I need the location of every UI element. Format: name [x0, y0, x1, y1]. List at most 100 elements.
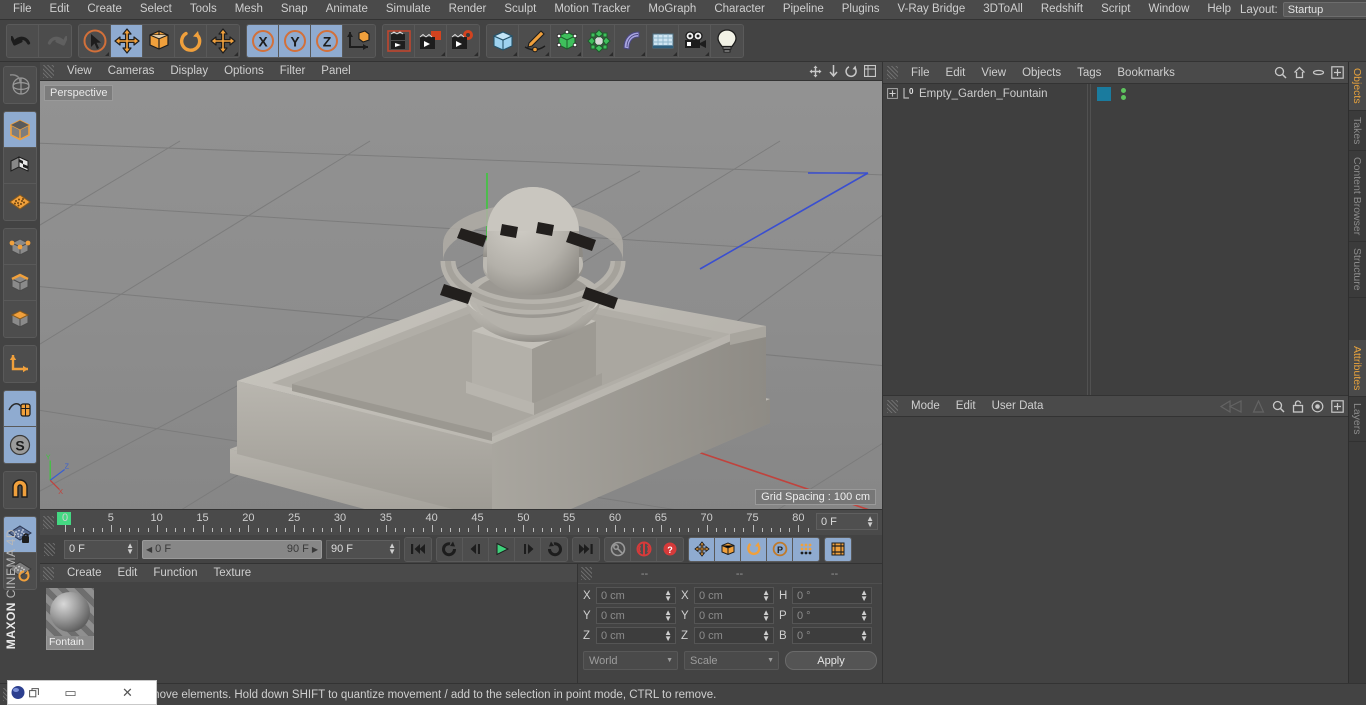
go-to-end-button[interactable] — [573, 537, 599, 561]
spinner-icon[interactable]: ▲ ▼ — [126, 542, 134, 556]
tab-content-browser[interactable]: Content Browser — [1349, 151, 1366, 243]
menu-3dtoall[interactable]: 3DToAll — [974, 0, 1032, 19]
enable-snap-button[interactable] — [4, 391, 36, 427]
object-menu-file[interactable]: File — [903, 67, 938, 79]
timeline-ruler-body[interactable]: 051015202530354045505560657075808590 — [57, 510, 812, 535]
material-list[interactable]: Fontain — [40, 582, 577, 683]
visibility-dot-editor[interactable] — [1121, 87, 1126, 93]
object-menu-tags[interactable]: Tags — [1069, 67, 1109, 79]
coord-rot-b-field[interactable]: 0 ° ▲ ▼ — [792, 627, 872, 644]
visibility-dot-render[interactable] — [1121, 94, 1126, 100]
deformer-button[interactable] — [583, 24, 615, 57]
coord-system-select[interactable]: World ▼ — [583, 651, 678, 670]
menu-tools[interactable]: Tools — [181, 0, 226, 19]
magnet-button[interactable] — [4, 472, 36, 508]
search-icon[interactable] — [1274, 66, 1287, 79]
spinner-icon[interactable]: ▲ ▼ — [860, 608, 868, 622]
step-forward-button[interactable] — [515, 537, 541, 561]
coord-mode-select[interactable]: Scale ▼ — [684, 651, 779, 670]
perspective-viewport[interactable]: Perspective Grid Spacing : 100 cm Y Z X — [40, 81, 882, 509]
left-arrow-icon[interactable] — [1219, 399, 1245, 413]
spinner-icon[interactable]: ▲ ▼ — [762, 588, 770, 602]
expand-icon[interactable] — [1331, 399, 1344, 413]
object-grip-icon[interactable] — [887, 66, 898, 79]
tab-objects[interactable]: Objects — [1349, 62, 1366, 111]
spinner-icon[interactable]: ▲ ▼ — [860, 588, 868, 602]
viewport-menu-options[interactable]: Options — [216, 65, 272, 77]
move-alt-button[interactable] — [207, 24, 239, 57]
object-visibility-dots[interactable] — [1121, 87, 1126, 100]
generator-button[interactable] — [551, 24, 583, 57]
search-icon[interactable] — [1272, 400, 1285, 413]
minimize-button[interactable]: ▭ — [42, 685, 99, 701]
spinner-icon[interactable]: ▲ ▼ — [866, 514, 874, 528]
pan-view-icon[interactable] — [809, 65, 822, 78]
expand-node-icon[interactable] — [887, 88, 898, 99]
tab-layers[interactable]: Layers — [1349, 397, 1366, 442]
spinner-icon[interactable]: ▲ ▼ — [860, 628, 868, 642]
menu-plugins[interactable]: Plugins — [833, 0, 889, 19]
menu-mograph[interactable]: MoGraph — [639, 0, 705, 19]
attribute-body[interactable] — [883, 417, 1348, 683]
end-frame-field[interactable]: 90 F ▲ ▼ — [326, 539, 400, 559]
menu-file[interactable]: File — [4, 0, 41, 19]
material-menu-texture[interactable]: Texture — [205, 567, 259, 579]
viewport-menu-cameras[interactable]: Cameras — [100, 65, 163, 77]
axis-z-button[interactable]: Z — [311, 24, 343, 57]
cube-primitive-button[interactable] — [487, 24, 519, 57]
spinner-icon[interactable]: ▲ ▼ — [664, 608, 672, 622]
play-button[interactable] — [489, 537, 515, 561]
coord-rot-p-field[interactable]: 0 ° ▲ ▼ — [792, 607, 872, 624]
bend-button[interactable] — [615, 24, 647, 57]
axis-modify-button[interactable] — [4, 346, 36, 382]
viewport-menu-panel[interactable]: Panel — [313, 65, 358, 77]
close-button[interactable]: ✕ — [99, 685, 156, 701]
redo-button[interactable] — [39, 24, 71, 57]
spinner-icon[interactable]: ▲ ▼ — [762, 628, 770, 642]
expand-icon[interactable] — [1331, 66, 1344, 79]
zoom-view-icon[interactable] — [828, 64, 839, 78]
menu-select[interactable]: Select — [131, 0, 181, 19]
tab-attributes[interactable]: Attributes — [1349, 339, 1366, 398]
object-menu-objects[interactable]: Objects — [1014, 67, 1069, 79]
spinner-icon[interactable]: ▲ ▼ — [664, 628, 672, 642]
menu-pipeline[interactable]: Pipeline — [774, 0, 833, 19]
coord-pos-z-field[interactable]: 0 cm ▲ ▼ — [596, 627, 676, 644]
texture-mode-button[interactable] — [4, 148, 36, 184]
world-coordinates-button[interactable] — [343, 24, 375, 57]
tab-structure[interactable]: Structure — [1349, 242, 1366, 298]
attribute-menu-mode[interactable]: Mode — [903, 400, 948, 412]
spinner-icon[interactable]: ▲ ▼ — [388, 542, 396, 556]
material-item[interactable]: Fontain — [46, 588, 94, 650]
menu-help[interactable]: Help — [1198, 0, 1240, 19]
tab-takes[interactable]: Takes — [1349, 111, 1366, 152]
apply-button[interactable]: Apply — [785, 651, 877, 670]
layout-select[interactable]: Startup ▼ — [1282, 2, 1366, 17]
coord-rot-h-field[interactable]: 0 ° ▲ ▼ — [792, 587, 872, 604]
live-selection-button[interactable] — [79, 24, 111, 57]
start-frame-field[interactable]: 0 F ▲ ▼ — [64, 539, 138, 559]
points-mode-button[interactable] — [4, 229, 36, 265]
rotation-key-button[interactable] — [741, 537, 767, 561]
object-tree-body[interactable]: 0 Empty_Garden_Fountain — [883, 84, 1348, 395]
object-menu-view[interactable]: View — [973, 67, 1014, 79]
render-view-button[interactable] — [383, 24, 415, 57]
target-icon[interactable] — [1311, 400, 1324, 413]
timeline-grip-icon[interactable] — [43, 516, 54, 529]
render-settings-button[interactable] — [447, 24, 479, 57]
object-row[interactable]: 0 Empty_Garden_Fountain — [883, 84, 1087, 103]
ellipse-icon[interactable] — [1312, 66, 1325, 79]
scale-key-button[interactable] — [715, 537, 741, 561]
frame-range-slider[interactable]: ◀ 0 F 90 F ▶ — [142, 539, 322, 559]
undo-view-button[interactable] — [4, 67, 36, 103]
autokey-button[interactable] — [605, 537, 631, 561]
range-right-arrow-icon[interactable]: ▶ — [312, 545, 318, 554]
axis-y-button[interactable]: Y — [279, 24, 311, 57]
viewport-menu-display[interactable]: Display — [162, 65, 216, 77]
panel-grip-icon[interactable] — [43, 64, 54, 78]
position-key-button[interactable] — [689, 537, 715, 561]
attribute-menu-edit[interactable]: Edit — [948, 400, 984, 412]
scale-tool-button[interactable] — [143, 24, 175, 57]
render-region-button[interactable] — [415, 24, 447, 57]
go-to-start-button[interactable] — [405, 537, 431, 561]
